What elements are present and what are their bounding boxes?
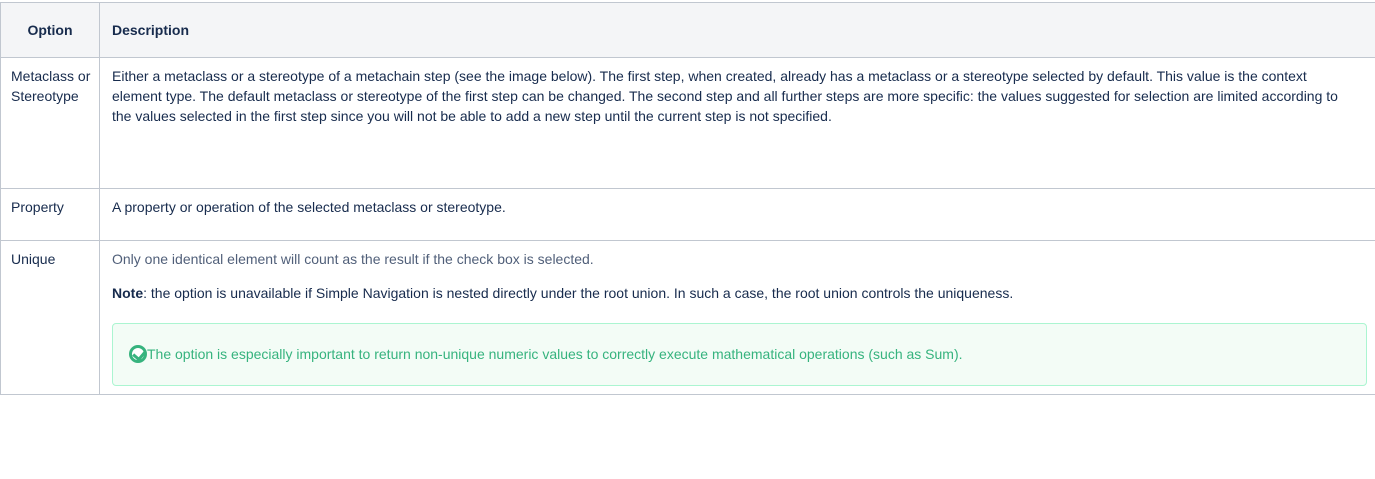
table-header-row: Option Description — [1, 3, 1375, 58]
note-label: Note — [112, 285, 143, 301]
unique-description: Only one identical element will count as… — [112, 249, 1339, 269]
description-cell: Only one identical element will count as… — [100, 241, 1375, 395]
option-cell: Metaclass or Stereotype — [1, 58, 100, 189]
option-cell: Property — [1, 189, 100, 241]
option-cell: Unique — [1, 241, 100, 395]
table-row: Unique Only one identical element will c… — [1, 241, 1375, 395]
check-circle-icon — [129, 345, 147, 363]
description-cell: A property or operation of the selected … — [100, 189, 1375, 241]
note-text: : the option is unavailable if Simple Na… — [143, 285, 1013, 301]
table-row: Property A property or operation of the … — [1, 189, 1375, 241]
description-cell: Either a metaclass or a stereotype of a … — [100, 58, 1375, 189]
options-table: Option Description Metaclass or Stereoty… — [0, 2, 1375, 395]
header-option: Option — [1, 3, 100, 58]
header-description: Description — [100, 3, 1375, 58]
note-paragraph: Note: the option is unavailable if Simpl… — [112, 283, 1339, 303]
callout-text: The option is especially important to re… — [147, 346, 963, 362]
tip-callout: The option is especially important to re… — [112, 323, 1367, 386]
table-row: Metaclass or Stereotype Either a metacla… — [1, 58, 1375, 189]
